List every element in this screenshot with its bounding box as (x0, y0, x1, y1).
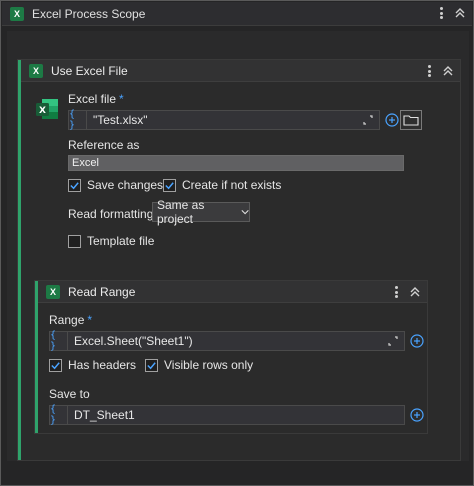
card-accent (18, 60, 21, 460)
read-formatting-label: Read formatting (68, 207, 154, 221)
range-label-text: Range (49, 313, 85, 327)
range-value: Excel.Sheet("Sheet1") (74, 334, 193, 348)
more-options-icon[interactable] (391, 285, 401, 299)
excel-icon: X (10, 6, 24, 21)
save-changes-checkbox[interactable] (68, 178, 81, 192)
excel-icon: X (29, 63, 43, 78)
expand-icon[interactable] (388, 336, 398, 346)
range-label: Range * (49, 313, 92, 327)
excel-process-scope: X Excel Process Scope X Use Excel File X… (0, 0, 474, 486)
add-icon[interactable] (409, 333, 425, 349)
template-file-checkbox[interactable] (68, 234, 81, 248)
expression-brace-icon: { } (50, 404, 68, 426)
use-excel-file-header: X Use Excel File (21, 60, 460, 82)
add-icon[interactable] (384, 112, 400, 128)
chevron-down-icon (241, 209, 249, 215)
excel-file-label-text: Excel file (68, 92, 117, 106)
template-file-label: Template file (87, 234, 155, 248)
card-accent (35, 281, 38, 433)
expression-brace-icon: { } (69, 109, 87, 131)
create-if-not-exists-label: Create if not exists (182, 178, 282, 192)
read-range-card: X Read Range Range * { } Excel.Sheet("Sh… (34, 280, 428, 434)
visible-rows-only-row[interactable]: Visible rows only (145, 357, 253, 373)
has-headers-row[interactable]: Has headers (49, 357, 136, 373)
expression-brace-icon: { } (50, 330, 68, 352)
has-headers-checkbox[interactable] (49, 358, 62, 372)
excel-file-icon: X (36, 99, 58, 119)
save-changes-label: Save changes (87, 178, 164, 192)
use-excel-file-title: Use Excel File (51, 63, 128, 78)
template-file-row[interactable]: Template file (68, 233, 154, 249)
visible-rows-only-checkbox[interactable] (145, 358, 158, 372)
save-to-value: DT_Sheet1 (74, 408, 135, 422)
excel-file-label: Excel file * (68, 92, 124, 106)
create-if-not-exists-row[interactable]: Create if not exists (163, 177, 281, 193)
read-formatting-dropdown[interactable]: Same as project (152, 198, 250, 226)
range-input[interactable]: { } Excel.Sheet("Sheet1") (49, 330, 405, 352)
excel-file-value: "Test.xlsx" (93, 113, 148, 127)
svg-text:X: X (39, 106, 46, 116)
expand-icon[interactable] (363, 115, 373, 125)
collapse-icon[interactable] (409, 285, 421, 299)
scope-body: X Use Excel File X Excel file * {} "Tes… (7, 31, 469, 461)
reference-as-input[interactable]: Excel (68, 155, 404, 171)
required-mark: * (87, 313, 93, 327)
create-if-not-exists-checkbox[interactable] (163, 178, 176, 192)
save-changes-row[interactable]: Save changes (68, 177, 163, 193)
save-to-input[interactable]: { } DT_Sheet1 (49, 404, 405, 426)
collapse-icon[interactable] (442, 64, 454, 78)
has-headers-label: Has headers (68, 358, 137, 372)
excel-file-input[interactable]: { } "Test.xlsx" (68, 109, 380, 131)
browse-folder-icon[interactable] (400, 110, 422, 130)
add-icon[interactable] (409, 407, 425, 423)
visible-rows-only-label: Visible rows only (164, 358, 254, 372)
save-to-label: Save to (49, 387, 90, 401)
scope-header: X Excel Process Scope (2, 2, 472, 26)
scope-title: Excel Process Scope (32, 6, 146, 21)
collapse-icon[interactable] (454, 6, 466, 20)
read-range-title: Read Range (68, 284, 136, 299)
use-excel-file-card: X Use Excel File X Excel file * {} "Tes… (17, 59, 461, 461)
excel-icon: X (46, 284, 60, 299)
read-range-header: X Read Range (38, 281, 427, 303)
read-formatting-value: Same as project (157, 198, 205, 226)
more-options-icon[interactable] (424, 64, 434, 78)
reference-as-label: Reference as (68, 138, 140, 152)
more-options-icon[interactable] (436, 6, 446, 20)
required-mark: * (119, 92, 124, 106)
